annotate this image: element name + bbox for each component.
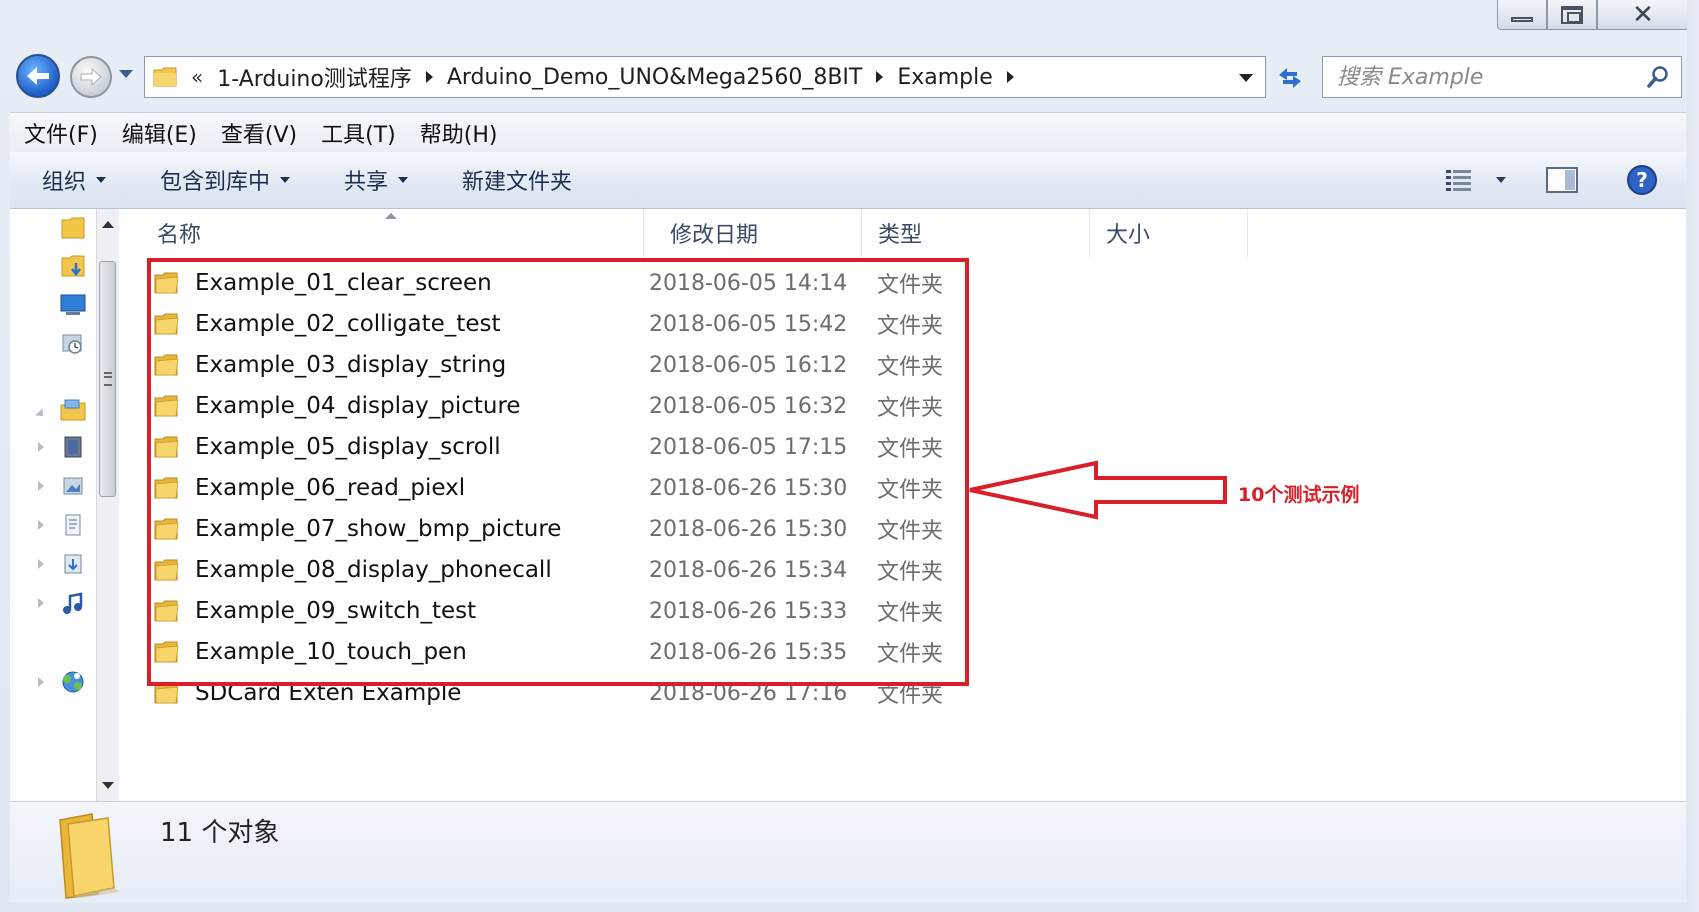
pictures-library-icon[interactable]: [60, 473, 86, 499]
address-dropdown[interactable]: [1239, 74, 1253, 82]
share-button[interactable]: 共享: [344, 164, 409, 196]
address-overflow-chevrons[interactable]: «: [191, 65, 203, 89]
back-button[interactable]: [16, 54, 60, 98]
chevron-down-icon: [398, 177, 409, 183]
column-header-name[interactable]: 名称: [119, 209, 644, 257]
search-box[interactable]: [1322, 56, 1682, 98]
minimize-button[interactable]: [1497, 0, 1547, 30]
help-icon[interactable]: ?: [1626, 164, 1658, 196]
chevron-down-icon: [96, 177, 107, 183]
caption-buttons: ✕: [1497, 0, 1689, 32]
grip-icon: [104, 372, 112, 386]
minimize-icon: [1511, 17, 1533, 22]
sort-ascending-icon: [385, 213, 397, 219]
documents-library-icon[interactable]: [60, 512, 86, 538]
expand-arrow-icon[interactable]: [35, 408, 47, 420]
search-icon[interactable]: [1647, 65, 1671, 89]
annotation-arrow: [969, 460, 1227, 520]
libraries-icon[interactable]: [60, 397, 86, 423]
arrow-left-icon: [27, 67, 49, 85]
view-details-icon[interactable]: [1444, 167, 1474, 193]
close-button[interactable]: ✕: [1597, 0, 1689, 30]
organize-button[interactable]: 组织: [42, 164, 107, 196]
recent-pages-dropdown[interactable]: [119, 70, 133, 78]
scrollbar-thumb[interactable]: [99, 261, 116, 497]
column-header-size[interactable]: 大小: [1090, 209, 1248, 257]
column-date-label: 修改日期: [670, 223, 759, 248]
menu-file[interactable]: 文件(F): [24, 117, 98, 149]
svg-text:?: ?: [1636, 168, 1648, 192]
address-bar[interactable]: « 1-Arduino测试程序 Arduino_Demo_UNO&Mega256…: [144, 56, 1266, 98]
maximize-icon: [1561, 5, 1583, 24]
folder-icon: [153, 67, 177, 87]
maximize-button[interactable]: [1547, 0, 1597, 30]
chevron-down-icon: [280, 177, 291, 183]
menu-help[interactable]: 帮助(H): [420, 117, 498, 149]
window-frame-right: [1687, 0, 1699, 912]
highlight-box: [147, 258, 969, 686]
expand-arrow-icon[interactable]: [38, 520, 44, 530]
navigation-scrollbar[interactable]: [96, 209, 119, 801]
refresh-button[interactable]: [1270, 60, 1310, 96]
expand-arrow-icon[interactable]: [38, 442, 44, 452]
view-options-dropdown[interactable]: [1496, 177, 1506, 183]
close-icon: ✕: [1632, 0, 1654, 30]
column-header-date[interactable]: 修改日期: [644, 209, 862, 257]
forward-button[interactable]: [70, 56, 112, 98]
navigation-bar: « 1-Arduino测试程序 Arduino_Demo_UNO&Mega256…: [0, 50, 1699, 106]
scroll-up-icon[interactable]: [102, 221, 114, 228]
command-bar: 组织 包含到库中 共享 新建文件夹 ?: [10, 152, 1686, 209]
breadcrumb-separator[interactable]: [876, 71, 884, 83]
menu-view[interactable]: 查看(V): [221, 117, 297, 149]
explorer-window: ✕ « 1-Arduino测试程序 Arduino_Demo_UNO&Mega2…: [0, 0, 1699, 912]
breadcrumb-3[interactable]: Example: [897, 65, 992, 90]
recent-places-icon[interactable]: [60, 331, 86, 357]
share-label: 共享: [344, 170, 389, 195]
preview-pane-icon[interactable]: [1546, 166, 1578, 194]
view-controls: ?: [1444, 152, 1686, 208]
breadcrumb-separator[interactable]: [1006, 71, 1014, 83]
music-library-icon[interactable]: [60, 590, 86, 616]
annotation-label: 10个测试示例: [1238, 484, 1360, 506]
desktop-icon[interactable]: [60, 291, 86, 317]
expand-arrow-icon[interactable]: [38, 481, 44, 491]
menu-edit[interactable]: 编辑(E): [122, 117, 197, 149]
column-name-label: 名称: [157, 223, 202, 248]
new-folder-button[interactable]: 新建文件夹: [462, 164, 572, 196]
videos-library-icon[interactable]: [60, 434, 86, 460]
organize-label: 组织: [42, 170, 87, 195]
menu-bar: 文件(F) 编辑(E) 查看(V) 工具(T) 帮助(H): [10, 112, 1686, 154]
include-in-library-button[interactable]: 包含到库中: [160, 164, 291, 196]
details-pane: 11 个对象: [10, 801, 1686, 903]
downloads-folder-icon[interactable]: [60, 253, 86, 279]
refresh-icon: [1279, 68, 1301, 88]
breadcrumb-1[interactable]: 1-Arduino测试程序: [217, 61, 412, 93]
folder-icon: [59, 813, 120, 899]
include-in-library-label: 包含到库中: [160, 170, 271, 195]
scroll-down-icon[interactable]: [102, 782, 114, 789]
downloads-library-icon[interactable]: [60, 551, 86, 577]
network-icon[interactable]: [60, 669, 86, 695]
menu-tools[interactable]: 工具(T): [321, 117, 396, 149]
column-size-label: 大小: [1106, 223, 1151, 248]
search-input[interactable]: [1335, 63, 1639, 91]
favorites-folder-icon[interactable]: [60, 215, 86, 241]
item-count: 11 个对象: [160, 818, 280, 848]
column-type-label: 类型: [878, 223, 923, 248]
new-folder-label: 新建文件夹: [462, 170, 573, 195]
arrow-right-icon: [80, 67, 102, 87]
expand-arrow-icon[interactable]: [38, 677, 44, 687]
column-header-type[interactable]: 类型: [862, 209, 1090, 257]
navigation-pane: [10, 209, 119, 801]
expand-arrow-icon[interactable]: [38, 559, 44, 569]
breadcrumb-2[interactable]: Arduino_Demo_UNO&Mega2560_8BIT: [447, 65, 863, 90]
breadcrumb-separator[interactable]: [425, 71, 433, 83]
expand-arrow-icon[interactable]: [38, 598, 44, 608]
